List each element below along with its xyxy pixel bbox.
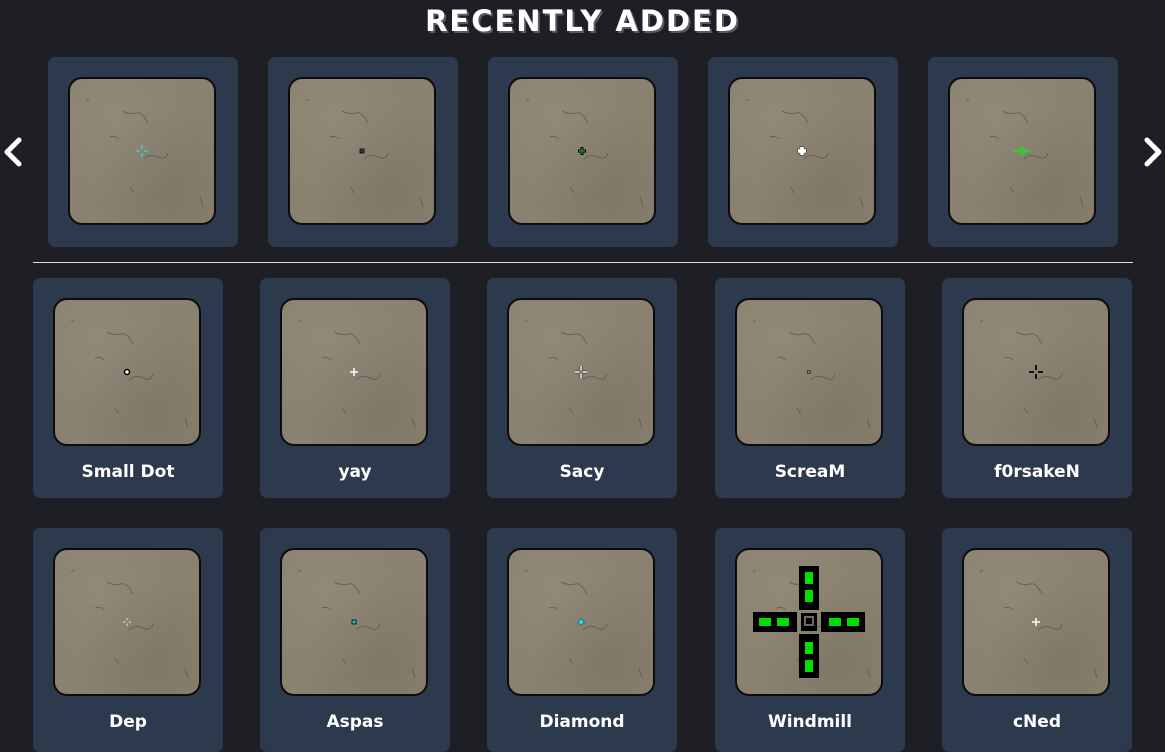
crosshair-card[interactable]: f0rsakeN <box>942 278 1132 498</box>
wall-texture <box>525 98 644 208</box>
faint-gap-cross-crosshair-icon <box>123 618 131 626</box>
crosshair-preview <box>288 77 436 225</box>
cyan-cross-crosshair-icon <box>136 145 148 157</box>
crosshair-preview <box>728 77 876 225</box>
crosshair-preview <box>948 77 1096 225</box>
crosshair-preview <box>53 298 201 446</box>
carousel-card[interactable] <box>48 57 238 247</box>
crosshair-card[interactable]: ScreaM <box>715 278 905 498</box>
wall-texture <box>979 319 1098 429</box>
crosshair-preview <box>280 548 428 696</box>
wall-texture <box>70 569 189 679</box>
wall-texture <box>297 569 416 679</box>
crosshair-preview <box>68 77 216 225</box>
carousel-next-button[interactable] <box>1137 134 1165 170</box>
crosshair-preview <box>507 298 655 446</box>
carousel-card[interactable] <box>928 57 1118 247</box>
tiny-square-crosshair-icon <box>359 148 365 154</box>
carousel-card[interactable] <box>708 57 898 247</box>
gap-cross-outlined-crosshair-icon <box>575 366 587 378</box>
dot-ring-crosshair-icon <box>123 368 131 376</box>
crosshair-name: yay <box>338 462 372 482</box>
black-gap-cross-crosshair-icon <box>1029 365 1043 379</box>
wall-texture <box>524 319 643 429</box>
crosshair-name: Diamond <box>539 712 625 732</box>
wall-texture <box>305 98 424 208</box>
crosshair-card[interactable]: Dep <box>33 528 223 752</box>
crosshair-preview <box>507 548 655 696</box>
crosshair-card[interactable]: Diamond <box>487 528 677 752</box>
cyan-diamond-crosshair-icon <box>577 618 585 626</box>
carousel-card[interactable] <box>488 57 678 247</box>
wall-texture <box>524 569 643 679</box>
green-small-cross-crosshair-icon <box>578 147 586 155</box>
crosshair-name: f0rsakeN <box>994 462 1080 482</box>
crosshair-card[interactable]: yay <box>260 278 450 498</box>
crosshair-card[interactable]: Sacy <box>487 278 677 498</box>
crosshair-name: cNed <box>1012 712 1061 732</box>
white-cross-outlined-crosshair-icon <box>797 146 807 156</box>
chevron-right-icon <box>1144 137 1162 167</box>
crosshair-preview <box>53 548 201 696</box>
crosshair-preview <box>508 77 656 225</box>
crosshair-preview <box>962 548 1110 696</box>
crosshair-card[interactable]: Aspas <box>260 528 450 752</box>
big-green-windmill-crosshair-icon <box>753 566 865 678</box>
teal-square-crosshair-icon <box>351 619 357 625</box>
green-diamond-cross-crosshair-icon <box>1013 145 1031 157</box>
white-plus-crosshair-icon <box>1032 618 1040 626</box>
crosshair-preview <box>735 298 883 446</box>
crosshair-name: Dep <box>109 712 147 732</box>
crosshair-card[interactable]: Small Dot <box>33 278 223 498</box>
crosshair-preview <box>735 548 883 696</box>
carousel-prev-button[interactable] <box>0 134 30 170</box>
section-divider <box>33 262 1133 263</box>
chevron-left-icon <box>4 137 22 167</box>
crosshair-name: Aspas <box>326 712 384 732</box>
white-plus-crosshair-icon <box>350 368 358 376</box>
tiny-dot-crosshair-icon <box>807 370 811 374</box>
crosshair-name: Sacy <box>559 462 605 482</box>
crosshair-name: Small Dot <box>81 462 175 482</box>
wall-texture <box>752 319 871 429</box>
crosshair-card[interactable]: cNed <box>942 528 1132 752</box>
crosshair-name: ScreaM <box>774 462 846 482</box>
crosshair-card[interactable]: Windmill <box>715 528 905 752</box>
section-title: RECENTLY ADDED <box>425 4 740 38</box>
crosshair-preview <box>280 298 428 446</box>
crosshair-name: Windmill <box>767 712 853 732</box>
wall-texture <box>85 98 204 208</box>
crosshair-preview <box>962 298 1110 446</box>
wall-texture <box>979 569 1098 679</box>
carousel-card[interactable] <box>268 57 458 247</box>
wall-texture <box>297 319 416 429</box>
